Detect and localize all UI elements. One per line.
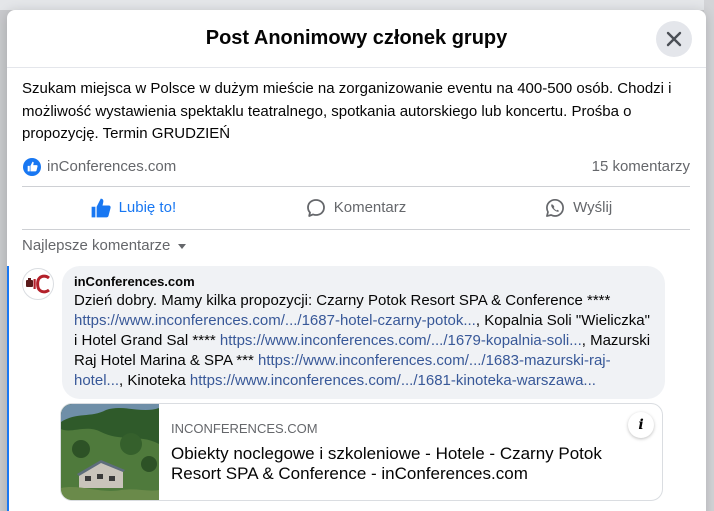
- thumbs-up-icon: [91, 198, 111, 217]
- comment-sort-dropdown[interactable]: Najlepsze komentarze: [7, 236, 706, 256]
- like-reaction-icon: [23, 157, 41, 176]
- close-button[interactable]: [656, 21, 692, 57]
- comments-section: inConferences.com Dzień dobry. Mamy kilk…: [7, 265, 706, 511]
- comment-author[interactable]: inConferences.com: [74, 274, 653, 290]
- share-label: Wyślij: [573, 199, 613, 216]
- comment-text: Dzień dobry. Mamy kilka propozycji: Czar…: [74, 291, 653, 391]
- comment-link[interactable]: https://www.inconferences.com/.../1687-h…: [74, 312, 476, 329]
- dialog-title: Post Anonimowy członek grupy: [205, 27, 508, 49]
- comment-link[interactable]: https://www.inconferences.com/.../1681-k…: [190, 372, 596, 389]
- reactor-name: inConferences.com: [47, 158, 177, 175]
- link-preview-card[interactable]: INCONFERENCES.COM Obiekty noclegowe i sz…: [60, 402, 663, 501]
- link-card-title: Obiekty noclegowe i szkoleniowe - Hotele…: [171, 443, 602, 483]
- comment-button[interactable]: Komentarz: [245, 198, 468, 218]
- like-button[interactable]: Lubię to!: [22, 198, 245, 218]
- comment-count-link[interactable]: 15 komentarzy: [592, 158, 690, 175]
- comment-text-part: , Kinoteka: [119, 371, 190, 389]
- thread-highlight-line: [7, 265, 9, 511]
- post-stats: inConferences.com 15 komentarzy: [7, 157, 706, 177]
- post-body: Szukam miejsca w Polsce w dużym mieście …: [22, 80, 672, 142]
- comment-label: Komentarz: [333, 199, 407, 216]
- avatar[interactable]: [22, 267, 54, 300]
- comment-item: inConferences.com Dzień dobry. Mamy kilk…: [7, 265, 706, 399]
- dialog-header: Post Anonimowy członek grupy: [7, 10, 706, 68]
- comment-bubble-icon: [306, 198, 325, 217]
- page-backdrop: [0, 0, 714, 10]
- post-dialog: Post Anonimowy członek grupy Szukam miej…: [7, 10, 706, 511]
- reactions-summary[interactable]: inConferences.com: [23, 157, 177, 176]
- share-button[interactable]: Wyślij: [467, 198, 690, 218]
- like-label: Lubię to!: [118, 199, 177, 216]
- comment-link[interactable]: https://www.inconferences.com/.../1679-k…: [220, 332, 582, 349]
- link-card-domain: INCONFERENCES.COM: [171, 420, 318, 436]
- close-icon: [666, 31, 682, 47]
- inconferences-logo-icon: [26, 274, 50, 293]
- sort-label: Najlepsze komentarze: [22, 237, 171, 254]
- link-card-body: INCONFERENCES.COM Obiekty noclegowe i sz…: [159, 404, 662, 500]
- comment-text-part: Dzień dobry. Mamy kilka propozycji: Czar…: [74, 291, 611, 309]
- whatsapp-icon: [546, 198, 565, 217]
- post-actions: Lubię to! Komentarz Wyślij: [22, 185, 690, 230]
- resort-photo-thumbnail: [61, 403, 159, 500]
- comment-bubble: inConferences.com Dzień dobry. Mamy kilk…: [62, 265, 665, 399]
- info-icon[interactable]: i: [628, 411, 654, 438]
- caret-down-icon: [178, 243, 187, 249]
